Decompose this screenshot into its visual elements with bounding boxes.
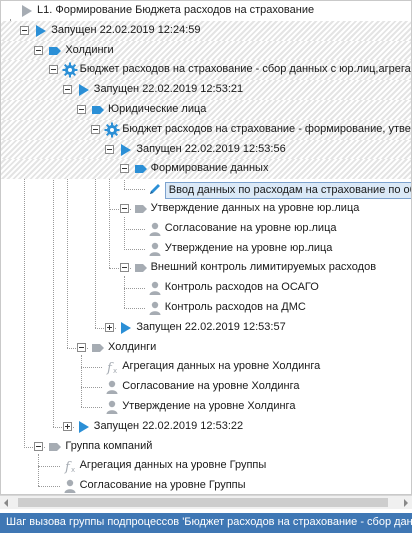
tree-node[interactable]: Согласование на уровне Группы xyxy=(1,476,411,494)
tree-node-label: Агрегация данных на уровне Группы xyxy=(79,459,267,472)
collapse-toggle[interactable] xyxy=(91,124,101,134)
tree-node-selected[interactable]: Ввод данных по расходам на страхование п… xyxy=(1,179,411,200)
tree-node-label: Утверждение на уровне Холдинга xyxy=(122,400,296,412)
play-gray-icon xyxy=(19,3,35,19)
tag-blue-icon xyxy=(133,161,149,177)
tree-node-label: Согласование на уровне Группы xyxy=(79,479,246,492)
process-tree[interactable]: L1. Формирование Бюджета расходов на стр… xyxy=(0,0,412,495)
tree-node[interactable]: Бюджет расходов на страхование - формиро… xyxy=(1,119,411,140)
tree-node[interactable]: Согласование на уровне юр.лица xyxy=(1,219,411,239)
tree-node[interactable]: L1. Формирование Бюджета расходов на стр… xyxy=(1,1,411,21)
user-gray-icon xyxy=(104,379,120,395)
status-bar: Шаг вызова группы подпроцессов 'Бюджет р… xyxy=(0,513,412,533)
tree-node-label: Внешний контроль лимитируемых расходов xyxy=(150,261,377,274)
play-blue-icon xyxy=(118,320,134,336)
collapse-toggle[interactable] xyxy=(119,164,129,174)
collapse-toggle[interactable] xyxy=(20,25,30,35)
tree-node[interactable]: Внешний контроль лимитируемых расходов xyxy=(1,258,411,278)
tree-node-label: Контроль расходов на ДМС xyxy=(164,301,306,313)
tree-node-label: Холдинги xyxy=(108,340,157,353)
scroll-left-arrow-icon[interactable] xyxy=(4,499,8,507)
tree-node[interactable]: Утверждение на уровне юр.лица xyxy=(1,239,411,259)
status-text: Шаг вызова группы подпроцессов 'Бюджет р… xyxy=(6,516,412,528)
tree-node-label: Формирование данных xyxy=(150,162,269,175)
user-gray-icon xyxy=(104,399,120,415)
tree-node-label: Холдинги xyxy=(65,43,114,56)
scrollbar-thumb[interactable] xyxy=(18,498,388,507)
tree-node-label: Согласование на уровне юр.лица xyxy=(164,221,337,234)
tree-node[interactable]: Контроль расходов на ДМС xyxy=(1,298,411,318)
play-blue-icon xyxy=(76,82,92,98)
tag-gray-icon xyxy=(47,439,63,455)
user-gray-icon xyxy=(147,221,163,237)
tag-gray-icon xyxy=(133,201,149,217)
tree-node-label: Запущен 22.02.2019 12:53:22 xyxy=(93,419,244,432)
function-gray-icon: fx xyxy=(62,458,78,475)
tree-node-label: Юридические лица xyxy=(108,103,207,115)
tag-blue-icon xyxy=(90,102,106,118)
gear-blue-icon xyxy=(104,122,120,138)
tree-node-label: L1. Формирование Бюджета расходов на стр… xyxy=(37,4,315,16)
tree-node-label: Запущен 22.02.2019 12:53:57 xyxy=(136,320,286,333)
tree-node-label: Запущен 22.02.2019 12:53:21 xyxy=(93,83,244,96)
tree-node-label: Контроль расходов на ОСАГО xyxy=(164,281,319,294)
tag-gray-icon xyxy=(90,340,106,356)
tree-node-label: Запущен 22.02.2019 12:53:56 xyxy=(136,142,286,155)
tree-node-label: Агрегация данных на уровне Холдинга xyxy=(122,360,321,373)
user-gray-icon xyxy=(62,478,78,494)
tree-node-label: Группа компаний xyxy=(65,439,153,452)
scroll-right-arrow-icon[interactable] xyxy=(404,499,408,507)
expand-toggle[interactable] xyxy=(105,322,115,332)
play-blue-icon xyxy=(76,419,92,435)
function-gray-icon: fx xyxy=(104,359,120,376)
tree-node[interactable]: Запущен 22.02.2019 12:53:21 xyxy=(1,80,411,101)
tree-node[interactable]: Запущен 22.02.2019 12:53:22 xyxy=(1,417,411,437)
tree-node-label: Согласование на уровне Холдинга xyxy=(122,380,300,393)
tree-node[interactable]: Холдинги xyxy=(1,338,411,358)
tree-node-label: Утверждение данных на уровне юр.лица xyxy=(150,202,360,214)
tree-node[interactable]: Запущен 22.02.2019 12:24:59 xyxy=(1,20,411,41)
tag-blue-icon xyxy=(47,43,63,59)
tree-node[interactable]: Запущен 22.02.2019 12:53:57 xyxy=(1,318,411,338)
play-blue-icon xyxy=(33,23,49,39)
svg-text:x: x xyxy=(71,466,75,474)
collapse-toggle[interactable] xyxy=(34,441,44,451)
tree-node[interactable]: Утверждение данных на уровне юр.лица xyxy=(1,199,411,219)
tree-node[interactable]: f x Агрегация данных на уровне Холдинга xyxy=(1,357,411,377)
tree-node[interactable]: f x Агрегация данных на уровне Группы xyxy=(1,456,411,476)
tree-node[interactable]: Холдинги xyxy=(1,40,411,61)
pencil-blue-icon xyxy=(147,181,163,197)
tree-node-label: Запущен 22.02.2019 12:24:59 xyxy=(51,23,201,36)
tree-node-label: Утверждение на уровне юр.лица xyxy=(164,241,333,254)
collapse-toggle[interactable] xyxy=(77,105,86,114)
tree-node[interactable]: Формирование данных xyxy=(1,159,411,180)
play-blue-icon xyxy=(118,142,134,158)
tree-node[interactable]: Бюджет расходов на страхование - сбор да… xyxy=(1,60,412,81)
horizontal-scrollbar[interactable] xyxy=(0,495,412,509)
tree-node-label: Ввод данных по расходам на страхование п… xyxy=(164,182,411,200)
tree-node[interactable]: Юридические лица xyxy=(1,100,411,120)
collapse-toggle[interactable] xyxy=(105,144,115,154)
tree-node-label: Бюджет расходов на страхование - формиро… xyxy=(122,122,411,135)
user-gray-icon xyxy=(147,300,163,316)
collapse-toggle[interactable] xyxy=(48,65,58,75)
tree-node[interactable]: Контроль расходов на ОСАГО xyxy=(1,278,411,298)
gear-blue-icon xyxy=(62,62,78,78)
user-gray-icon xyxy=(147,280,163,296)
collapse-toggle[interactable] xyxy=(119,204,129,213)
collapse-toggle[interactable] xyxy=(62,85,72,95)
tree-node[interactable]: Группа компаний xyxy=(1,437,411,457)
tree-node[interactable]: Согласование на уровне Холдинга xyxy=(1,377,411,397)
tree-node-label: Бюджет расходов на страхование - сбор да… xyxy=(79,63,412,76)
tag-gray-icon xyxy=(133,260,149,276)
collapse-toggle[interactable] xyxy=(77,342,86,352)
tree-node[interactable]: Утверждение на уровне Холдинга xyxy=(1,397,411,417)
collapse-toggle[interactable] xyxy=(34,45,44,55)
collapse-toggle[interactable] xyxy=(119,263,129,273)
user-gray-icon xyxy=(147,241,163,257)
svg-text:x: x xyxy=(113,367,117,375)
expand-toggle[interactable] xyxy=(62,421,72,431)
tree-node[interactable]: Запущен 22.02.2019 12:53:56 xyxy=(1,139,411,160)
